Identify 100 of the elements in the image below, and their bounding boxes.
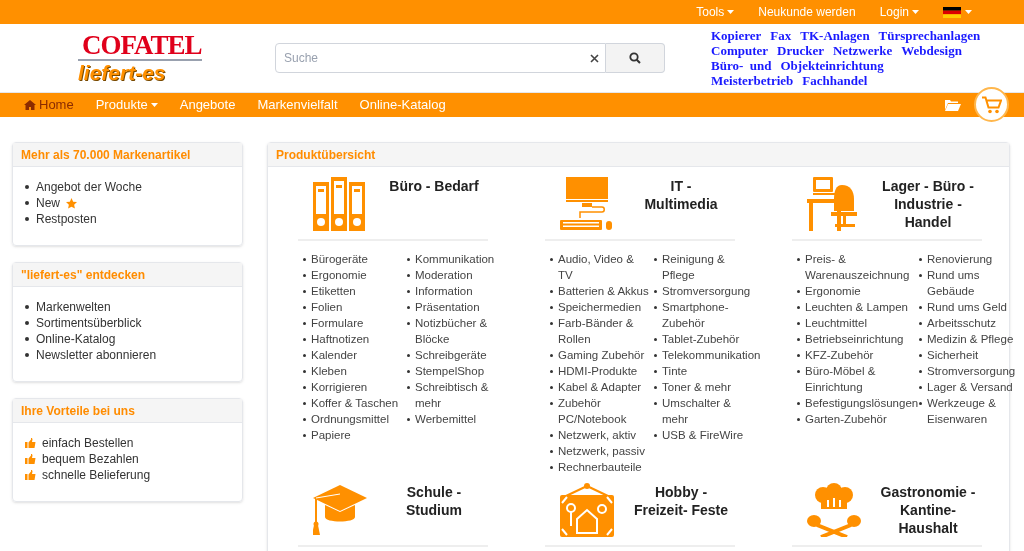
category-link[interactable]: Kommunikation [415, 251, 495, 267]
category-link[interactable]: Ergonomie [805, 283, 861, 299]
bullet-icon [797, 370, 800, 373]
category-link[interactable]: StempelShop [415, 363, 485, 379]
bullet-icon [407, 370, 410, 373]
sidebar-link[interactable]: bequem Bezahlen [42, 450, 139, 468]
sidebar-link[interactable]: Sortimentsüberblick [36, 314, 142, 332]
category-link[interactable]: Audio, Video & TV [558, 251, 650, 283]
sidebar-link[interactable]: Restposten [36, 210, 97, 228]
category-link[interactable]: Preis- & Warenauszeichnung [805, 251, 915, 283]
category-title[interactable]: Hobby - Freizeit- Feste [627, 483, 735, 519]
category-link[interactable]: HDMI-Produkte [558, 363, 638, 379]
category-link[interactable]: Smartphone-Zubehör [662, 299, 760, 331]
bullet-icon [550, 434, 553, 437]
category-link[interactable]: Batterien & Akkus [558, 283, 649, 299]
service-link[interactable]: Drucker [777, 43, 824, 58]
service-link[interactable]: Netzwerke [833, 43, 893, 58]
service-link[interactable]: Fax [770, 28, 792, 43]
category-link[interactable]: Ergonomie [311, 267, 367, 283]
category-link[interactable]: Sicherheit [927, 347, 979, 363]
category-link[interactable]: Information [415, 283, 473, 299]
category-link[interactable]: USB & FireWire [662, 427, 744, 443]
logo-brand[interactable]: COFATEL [78, 31, 202, 61]
search-field[interactable]: Suche [275, 43, 606, 73]
service-link[interactable]: Objekteinrichtung [780, 58, 884, 73]
service-link[interactable]: Kopierer [711, 28, 762, 43]
category-link[interactable]: Werbemittel [415, 411, 477, 427]
category-link[interactable]: Rund ums Geld [927, 299, 1007, 315]
category-link[interactable]: Tablet-Zubehör [662, 331, 740, 347]
category-link[interactable]: Folien [311, 299, 343, 315]
category-link[interactable]: Garten-Zubehör [805, 411, 887, 427]
panel-title: Ihre Vorteile bei uns [21, 402, 135, 420]
bullet-icon [654, 402, 657, 405]
service-link[interactable]: Computer [711, 43, 769, 58]
category-link[interactable]: Kleben [311, 363, 347, 379]
category-link[interactable]: KFZ-Zubehör [805, 347, 874, 363]
category-link[interactable]: Telekommunikation [662, 347, 760, 363]
category-link[interactable]: Stromversorgung [662, 283, 751, 299]
bullet-icon [919, 306, 922, 309]
category-link[interactable]: Tinte [662, 363, 688, 379]
category-link[interactable]: Haftnotizen [311, 331, 370, 347]
category-link[interactable]: Rund ums Gebäude [927, 267, 1024, 299]
category-link[interactable]: Leuchten & Lampen [805, 299, 908, 315]
clear-icon[interactable] [590, 54, 599, 63]
category-link[interactable]: Umschalter & mehr [662, 395, 760, 427]
category-link[interactable]: Stromversorgung [927, 363, 1016, 379]
service-link[interactable]: Türsprechanlagen [878, 28, 981, 43]
category-title[interactable]: Gastronomie - Kantine- Haushalt [874, 483, 982, 537]
category-link[interactable]: Kalender [311, 347, 358, 363]
category-link[interactable]: Netzwerk, aktiv [558, 427, 636, 443]
category-link[interactable]: Bürogeräte [311, 251, 368, 267]
category-link[interactable]: Speichermedien [558, 299, 642, 315]
category-link[interactable]: Farb-Bänder & Rollen [558, 315, 650, 347]
sidebar-link[interactable]: Newsletter abonnieren [36, 346, 157, 364]
category-link[interactable]: Gaming Zubehör [558, 347, 645, 363]
category-link[interactable]: Formulare [311, 315, 364, 331]
category-link[interactable]: Arbeitsschutz [927, 315, 997, 331]
category-link[interactable]: Netzwerk, passiv [558, 443, 645, 459]
service-link[interactable]: Meisterbetrieb [711, 73, 794, 88]
category-link[interactable]: Werkzeuge & Eisenwaren [927, 395, 1024, 427]
category-link[interactable]: Zubehör PC/Notebook [558, 395, 650, 427]
category-link[interactable]: Renovierung [927, 251, 993, 267]
category-link[interactable]: Reinigung & Pflege [662, 251, 760, 283]
service-link[interactable]: Webdesign [901, 43, 962, 58]
sidebar-link[interactable]: schnelle Belieferung [42, 466, 151, 484]
category-link[interactable]: Büro-Möbel & Einrichtung [805, 363, 915, 395]
category-link[interactable]: Notizbücher & Blöcke [415, 315, 513, 347]
category-link[interactable]: Koffer & Taschen [311, 395, 399, 411]
service-link[interactable]: Fachhandel [802, 73, 868, 88]
category-title[interactable]: Lager - Büro - Industrie - Handel [874, 177, 982, 231]
sidebar-link[interactable]: Markenwelten [36, 298, 111, 316]
category-link[interactable]: Kabel & Adapter [558, 379, 642, 395]
category-link[interactable]: Ordnungsmittel [311, 411, 389, 427]
category-link[interactable]: Präsentation [415, 299, 480, 315]
category-link[interactable]: Etiketten [311, 283, 356, 299]
sidebar-link[interactable]: Online-Katalog [36, 330, 116, 348]
bullet-icon [407, 386, 410, 389]
category-link[interactable]: Schreibgeräte [415, 347, 487, 363]
sidebar-link[interactable]: New [36, 194, 60, 212]
category-link[interactable]: Rechnerbauteile [558, 459, 642, 475]
category-link[interactable]: Papiere [311, 427, 351, 443]
sidebar-link[interactable]: Angebot der Woche [36, 178, 142, 196]
nav-link[interactable]: Home [24, 95, 74, 115]
service-link[interactable]: TK-Anlagen [800, 28, 870, 43]
category-link[interactable]: Betriebseinrichtung [805, 331, 904, 347]
search-button[interactable] [606, 43, 665, 73]
category-link[interactable]: Schreibtisch & mehr [415, 379, 513, 411]
category-link[interactable]: Moderation [415, 267, 473, 283]
category-title[interactable]: Schule - Studium [380, 483, 488, 519]
category-link[interactable]: Korrigieren [311, 379, 368, 395]
bullet-icon [550, 450, 553, 453]
category-link[interactable]: Leuchtmittel [805, 315, 867, 331]
category-link[interactable]: Lager & Versand [927, 379, 1013, 395]
category-link[interactable]: Toner & mehr [662, 379, 732, 395]
category-link[interactable]: Medizin & Pflege [927, 331, 1014, 347]
sidebar-link[interactable]: einfach Bestellen [42, 434, 134, 452]
category-title[interactable]: Büro - Bedarf [380, 177, 488, 195]
category-title[interactable]: IT - Multimedia [627, 177, 735, 213]
language-button[interactable] [943, 6, 972, 18]
service-link[interactable]: Büro- und [711, 58, 772, 73]
